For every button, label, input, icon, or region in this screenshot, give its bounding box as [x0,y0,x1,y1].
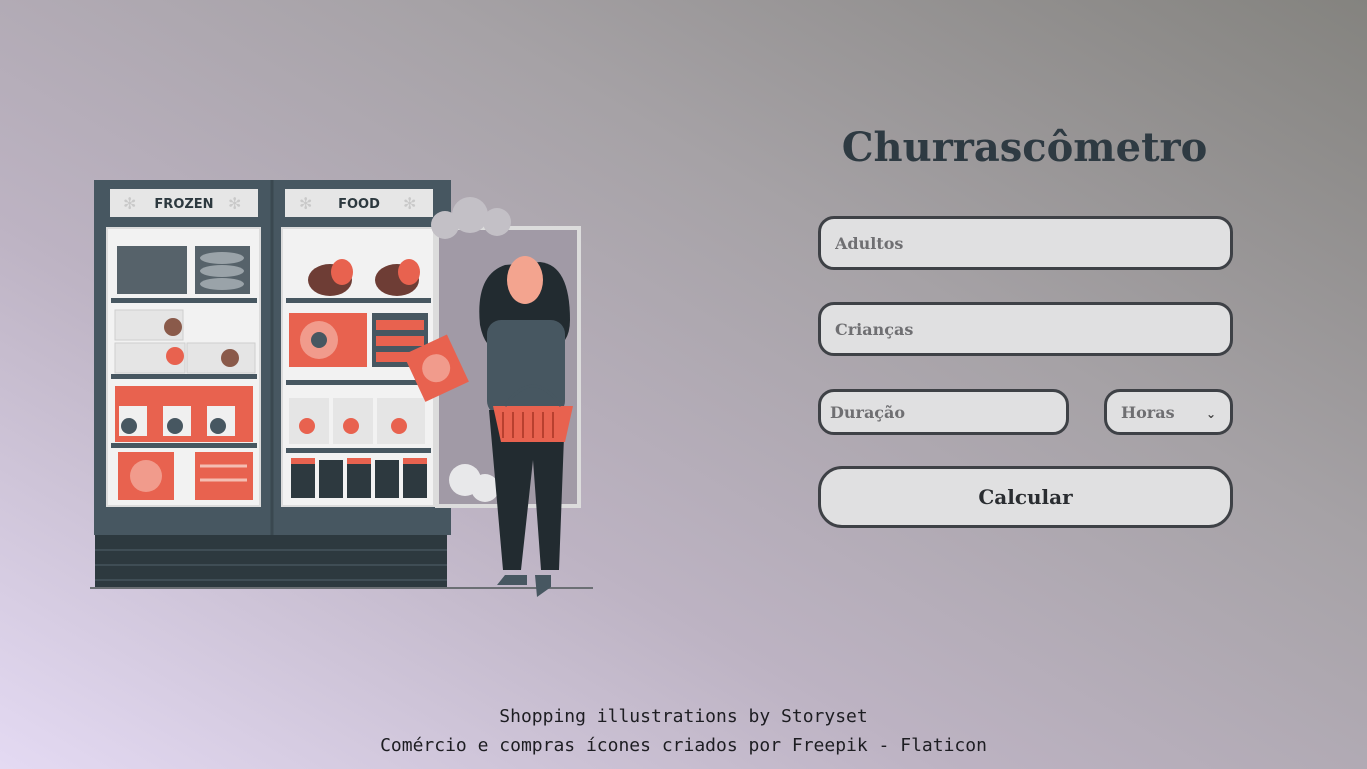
svg-text:✻: ✻ [228,194,241,213]
calculate-button[interactable]: Calcular [818,466,1233,528]
children-input[interactable] [818,302,1233,356]
churrasco-form: Churrascômetro Horas ⌄ Calcular [818,120,1233,528]
svg-text:✻: ✻ [123,194,136,213]
duration-unit-value: Horas [1121,402,1175,422]
page-title: Churrascômetro [841,124,1208,171]
frozen-food-illustration: FROZEN FOOD ✻ ✻ ✻ ✻ [85,170,605,610]
storyset-credit[interactable]: Shopping illustrations by Storyset [0,702,1367,731]
duration-input[interactable] [818,389,1069,435]
svg-text:✻: ✻ [403,194,416,213]
adults-input[interactable] [818,216,1233,270]
duration-unit-select[interactable]: Horas ⌄ [1104,389,1233,435]
chevron-down-icon: ⌄ [1205,407,1216,421]
frozen-sign: FROZEN [154,197,213,212]
food-sign: FOOD [338,197,380,212]
credits-footer: Shopping illustrations by Storyset Comér… [0,702,1367,760]
svg-text:✻: ✻ [299,194,312,213]
flaticon-credit[interactable]: Comércio e compras ícones criados por Fr… [0,731,1367,760]
